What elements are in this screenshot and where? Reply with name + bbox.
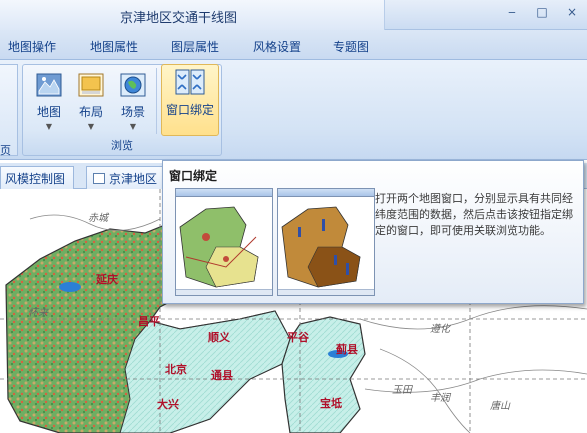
scene-view-button[interactable]: 场景 ▼ bbox=[113, 69, 153, 141]
ribbon-panel: 页 地图 ▼ 布局 ▼ 场景 ▼ 浏览 窗口绑定 bbox=[0, 60, 587, 160]
map-view-button[interactable]: 地图 ▼ bbox=[29, 69, 69, 141]
tab-map-properties[interactable]: 地图属性 bbox=[90, 38, 138, 55]
tab-style-settings[interactable]: 风格设置 bbox=[253, 38, 301, 55]
town-label: 唐山 bbox=[490, 401, 510, 412]
ribbon-left-group-label: 页 bbox=[0, 144, 11, 157]
preview-titlebar bbox=[278, 189, 374, 197]
window-bind-label: 窗口绑定 bbox=[165, 103, 214, 117]
town-label: 玉田 bbox=[392, 385, 412, 396]
maximize-button[interactable]: □ bbox=[535, 4, 549, 20]
map-view-label: 地图 bbox=[36, 105, 61, 119]
window-bind-icon bbox=[175, 69, 205, 95]
town-label: 怀来 bbox=[28, 308, 48, 319]
tab-layer-properties[interactable]: 图层属性 bbox=[171, 38, 219, 55]
ribbon-tabs: 地图操作 地图属性 图层属性 风格设置 专题图 bbox=[0, 30, 587, 60]
city-label: 平谷 bbox=[287, 331, 309, 344]
city-label: 北京 bbox=[165, 363, 187, 376]
ribbon-separator bbox=[156, 68, 157, 134]
browse-group-label: 浏览 bbox=[111, 139, 133, 152]
city-label: 通县 bbox=[211, 369, 233, 382]
city-label: 延庆 bbox=[96, 273, 118, 286]
close-button[interactable]: × bbox=[565, 4, 579, 20]
tab-map-operations[interactable]: 地图操作 bbox=[8, 38, 56, 55]
map-window-icon bbox=[93, 173, 105, 184]
doc-tab-jingjin-label: 京津地区 bbox=[109, 172, 158, 186]
town-label: 赤城 bbox=[88, 213, 108, 224]
doc-tab-control-map[interactable]: 风模控制图 bbox=[0, 166, 75, 189]
city-label: 大兴 bbox=[157, 398, 179, 411]
window-bind-button[interactable]: 窗口绑定 bbox=[161, 64, 219, 136]
preview-map-left bbox=[176, 197, 272, 289]
layout-icon bbox=[78, 73, 104, 97]
chevron-down-icon: ▼ bbox=[45, 122, 53, 131]
chevron-down-icon: ▼ bbox=[129, 122, 137, 131]
scene-view-label: 场景 bbox=[120, 105, 145, 119]
preview-map-right bbox=[278, 197, 374, 289]
city-label: 宝坻 bbox=[320, 397, 342, 410]
preview-statusbar bbox=[278, 289, 374, 295]
city-label: 蓟县 bbox=[336, 343, 358, 356]
town-label: 遵化 bbox=[430, 324, 450, 335]
tab-thematic-map[interactable]: 专题图 bbox=[333, 38, 369, 55]
tooltip-title: 窗口绑定 bbox=[169, 169, 218, 183]
chevron-down-icon: ▼ bbox=[87, 122, 95, 131]
window-title: 京津地区交通干线图 bbox=[120, 11, 238, 26]
city-label: 顺义 bbox=[208, 331, 230, 344]
window-controls: ‒ □ × bbox=[505, 4, 579, 20]
town-label: 丰润 bbox=[430, 393, 450, 404]
title-bar: 京津地区交通干线图 ‒ □ × bbox=[0, 0, 587, 30]
layout-view-button[interactable]: 布局 ▼ bbox=[71, 69, 111, 141]
tooltip-description: 打开两个地图窗口，分别显示具有共同经纬度范围的数据，然后点击该按钮指定绑定的窗口… bbox=[375, 192, 573, 237]
preview-statusbar bbox=[176, 289, 272, 295]
city-label: 昌平 bbox=[138, 315, 160, 328]
tooltip-preview-map-window-left bbox=[175, 188, 273, 296]
window-bind-tooltip: 窗口绑定 打开两个地图窗口，分别显示具有共同经纬度范围的数据，然后点击该按钮指定… bbox=[162, 160, 584, 304]
map-icon bbox=[36, 73, 62, 97]
preview-titlebar bbox=[176, 189, 272, 197]
layout-view-label: 布局 bbox=[78, 105, 103, 119]
doc-tab-control-map-label: 风模控制图 bbox=[5, 172, 66, 186]
doc-tab-jingjin[interactable]: 京津地区 bbox=[86, 166, 167, 189]
minimize-button[interactable]: ‒ bbox=[505, 4, 519, 20]
globe-scene-icon bbox=[120, 73, 146, 97]
tooltip-preview-map-window-right bbox=[277, 188, 375, 296]
